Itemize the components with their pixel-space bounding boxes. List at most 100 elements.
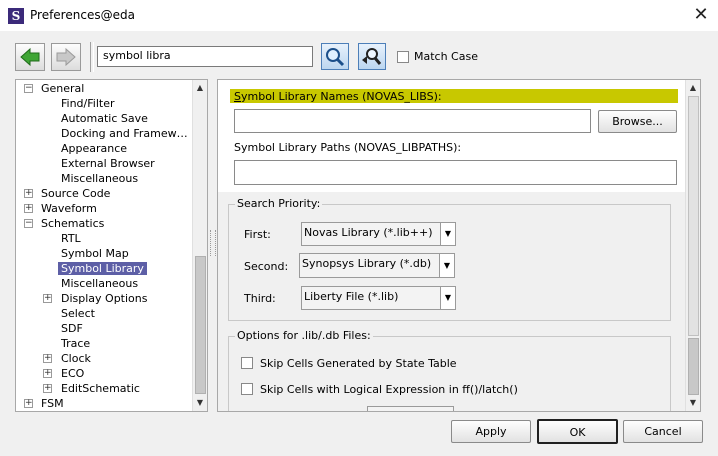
chevron-down-icon: ▼ [440,223,455,245]
expand-icon[interactable]: + [24,189,33,198]
tree-item[interactable]: Display Options [61,291,148,306]
expand-icon[interactable]: + [43,384,52,393]
browse-button[interactable]: Browse... [598,110,677,133]
scroll-down-icon[interactable]: ▼ [686,396,700,410]
library-names-label: Symbol Library Names (NOVAS_LIBS): [234,90,442,103]
library-names-input[interactable] [234,109,591,133]
tree-item[interactable]: Select [61,306,95,321]
scroll-up-icon[interactable]: ▲ [193,81,207,95]
toolbar-separator [90,42,94,72]
tree-item-label: Miscellaneous [61,277,139,290]
find-next-button[interactable] [358,43,386,70]
tree-item[interactable]: Find/Filter [61,96,115,111]
tree-item[interactable]: FSM [41,396,64,411]
skip-logical-expr-label: Skip Cells with Logical Expression in ff… [260,383,518,396]
splitter-handle[interactable] [210,230,216,256]
cancel-button[interactable]: Cancel [623,420,703,443]
back-arrow-icon [20,47,40,67]
expand-icon[interactable]: + [43,354,52,363]
tree-item[interactable]: EditSchematic [61,381,140,396]
tree-item[interactable]: ECO [61,366,84,381]
apply-button[interactable]: Apply [451,420,531,443]
tree-item[interactable]: External Browser [61,156,155,171]
tree-item-label: Display Options [61,292,148,305]
skip-state-table-checkbox[interactable] [241,357,253,369]
tree-item[interactable]: General [41,81,84,96]
skip-state-table-label: Skip Cells Generated by State Table [260,357,457,370]
tree-item-label: Schematics [41,217,105,230]
first-priority-value: Novas Library (*.lib++) [304,226,433,239]
panel-scrollbar[interactable]: ▲ ▼ [685,80,700,411]
lib-options-group [228,336,671,411]
tree-item[interactable]: Appearance [61,141,127,156]
back-button[interactable] [15,43,45,71]
tree-item[interactable]: Waveform [41,201,97,216]
skip-logical-expr-checkbox[interactable] [241,383,253,395]
tree-scroll-thumb[interactable] [195,256,206,394]
scroll-down-icon[interactable]: ▼ [193,396,207,410]
window-title: Preferences@eda [30,8,135,22]
expand-icon[interactable]: + [43,369,52,378]
tree-item-label: Miscellaneous [61,172,139,185]
panel-scroll-thumb[interactable] [688,338,699,395]
tree-item-label: Docking and Framew… [61,127,188,140]
tree-item[interactable]: Symbol Library [58,261,147,276]
panel-scroll-track [688,96,699,336]
tree-item-label: Source Code [41,187,111,200]
lib-options-title: Options for .lib/.db Files: [235,329,373,342]
app-icon: S [8,8,24,24]
tree-item[interactable]: Miscellaneous [61,171,138,186]
tree-item-label: Select [61,307,95,320]
tree-item-label: Appearance [61,142,128,155]
magnifier-arrow-icon [362,48,382,65]
tree-item-label: External Browser [61,157,155,170]
close-icon[interactable]: ✕ [690,4,712,26]
tree-item-label: FSM [41,397,64,410]
tree-item-label: Trace [61,337,91,350]
magnifier-icon [326,48,345,67]
first-priority-select[interactable]: Novas Library (*.lib++) ▼ [301,222,456,246]
second-label: Second: [244,260,289,273]
library-paths-input[interactable] [234,160,677,185]
settings-panel: Symbol Library Names (NOVAS_LIBS): Brows… [217,79,701,412]
tree-item-label: Waveform [41,202,97,215]
tree-item[interactable]: Symbol Map [61,246,129,261]
tree-item[interactable]: Trace [61,336,90,351]
tree-item[interactable]: Clock [61,351,91,366]
find-button[interactable] [321,43,349,70]
match-case-checkbox[interactable] [397,51,409,63]
preferences-tree: − General Find/Filter Automatic Save Docking… [15,79,208,412]
collapse-icon[interactable]: − [24,84,33,93]
tree-item-label: Clock [61,352,91,365]
ok-button[interactable]: OK [537,419,618,444]
tree-item[interactable]: RTL [61,231,81,246]
tree-item[interactable]: Docking and Framew… [61,126,188,141]
forward-arrow-icon [56,47,76,67]
partial-select[interactable] [367,406,454,411]
tree-scrollbar[interactable]: ▲ ▼ [192,80,207,411]
scroll-up-icon[interactable]: ▲ [686,81,700,95]
chevron-down-icon: ▼ [440,287,455,309]
third-priority-select[interactable]: Liberty File (*.lib) ▼ [301,286,456,310]
tree-item-label: Symbol Library [58,262,147,275]
tree-item-label: ECO [61,367,85,380]
second-priority-select[interactable]: Synopsys Library (*.db) ▼ [299,253,455,278]
tree-item[interactable]: Miscellaneous [61,276,138,291]
tree-item[interactable]: Source Code [41,186,110,201]
expand-icon[interactable]: + [24,399,33,408]
expand-icon[interactable]: + [43,294,52,303]
forward-button[interactable] [51,43,81,71]
tree-item[interactable]: SDF [61,321,83,336]
collapse-icon[interactable]: − [24,219,33,228]
search-input[interactable]: symbol libra [97,46,313,67]
tree-item-label: Automatic Save [61,112,148,125]
tree-item[interactable]: Schematics [41,216,104,231]
third-label: Third: [244,292,276,305]
tree-item-label: General [41,82,85,95]
search-priority-title: Search Priority: [235,197,323,210]
expand-icon[interactable]: + [24,204,33,213]
library-paths-label: Symbol Library Paths (NOVAS_LIBPATHS): [234,141,462,154]
tree-item[interactable]: Automatic Save [61,111,148,126]
first-label: First: [244,228,271,241]
tree-item-label: Symbol Map [61,247,129,260]
